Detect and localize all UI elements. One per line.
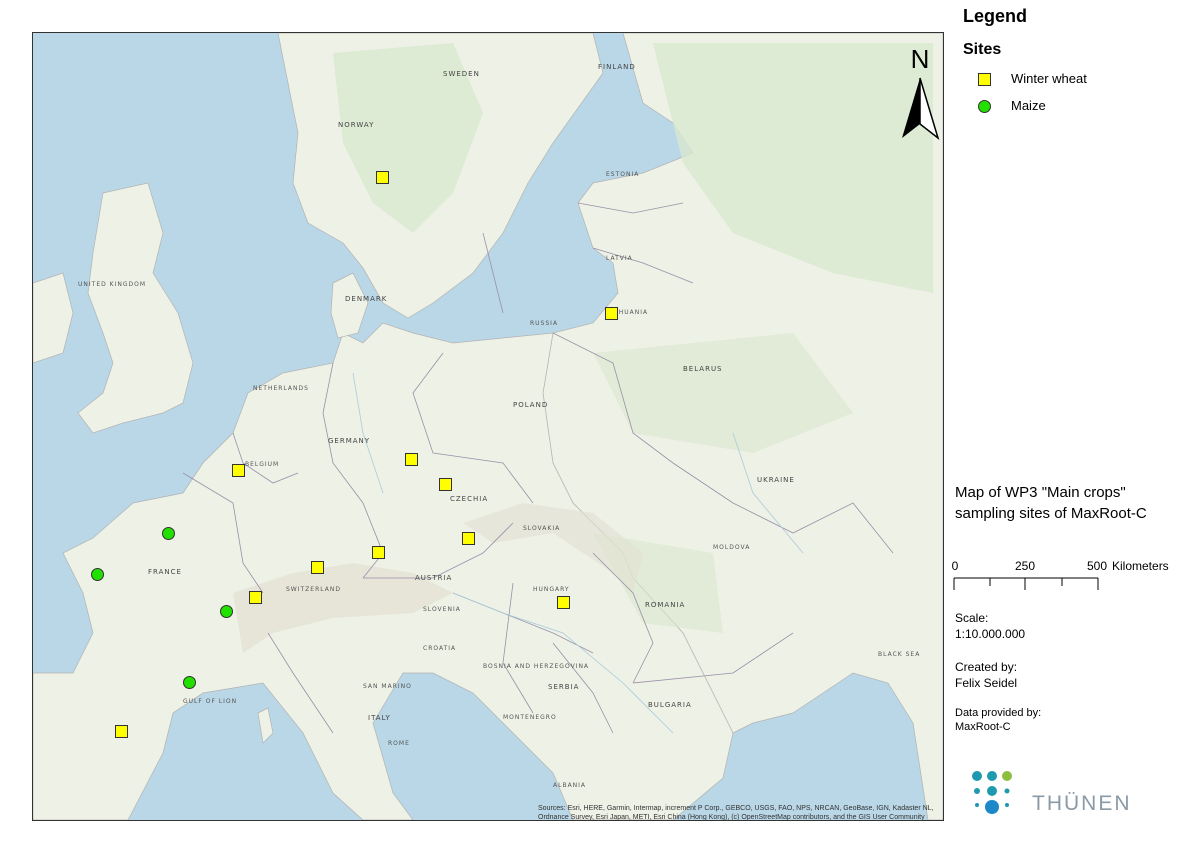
thunen-logo-icon xyxy=(970,770,1026,825)
scale-tick-500: 500 xyxy=(1087,559,1107,573)
legend-sites-title: Sites xyxy=(963,41,1002,58)
site-winter-wheat[interactable] xyxy=(115,725,128,738)
map-label-finland: FINLAND xyxy=(598,63,636,71)
map-label-netherlands: NETHERLANDS xyxy=(253,385,309,392)
map-label-hungary: HUNGARY xyxy=(533,586,570,593)
site-winter-wheat[interactable] xyxy=(311,561,324,574)
map-label-czechia: CZECHIA xyxy=(450,495,489,503)
map-label-gulf-of-lion: Gulf of Lion xyxy=(183,698,238,705)
scale-tick-250: 250 xyxy=(1015,559,1035,573)
map-sources-attribution: Sources: Esri, HERE, Garmin, Intermap, i… xyxy=(538,805,934,821)
map-label-romania: ROMANIA xyxy=(645,601,686,609)
site-winter-wheat[interactable] xyxy=(372,546,385,559)
map-label-russia: RUSSIA xyxy=(530,320,559,327)
scale-bar: 0 250 500 Kilometers xyxy=(950,556,1190,596)
map-label-latvia: LATVIA xyxy=(606,255,633,262)
site-winter-wheat[interactable] xyxy=(605,307,618,320)
map-label-bulgaria: BULGARIA xyxy=(648,701,692,709)
map-title: Map of WP3 "Main crops" sampling sites o… xyxy=(955,482,1147,524)
map-label-san-marino: San Marino xyxy=(363,683,412,690)
map-label-rome: Rome xyxy=(388,740,410,747)
map-label-bosnia: BOSNIA AND HERZEGOVINA xyxy=(483,663,590,670)
map-label-moldova: MOLDOVA xyxy=(713,544,751,551)
site-winter-wheat[interactable] xyxy=(376,171,389,184)
site-winter-wheat[interactable] xyxy=(557,596,570,609)
map-view[interactable]: SWEDEN FINLAND NORWAY ESTONIA LATVIA DEN… xyxy=(32,32,944,821)
green-circle-icon xyxy=(978,100,991,116)
map-label-belarus: BELARUS xyxy=(683,365,723,373)
data-provided-info: Data provided by: MaxRoot-C xyxy=(955,706,1041,734)
map-title-line-1: Map of WP3 "Main crops" xyxy=(955,484,1126,501)
site-winter-wheat[interactable] xyxy=(439,478,452,491)
scale-label: Scale: xyxy=(955,611,989,625)
map-label-black-sea: Black Sea xyxy=(878,651,921,658)
map-label-serbia: SERBIA xyxy=(548,683,580,691)
map-label-united-kingdom: UNITED KINGDOM xyxy=(78,281,146,288)
map-label-italy: ITALY xyxy=(368,714,391,722)
map-label-sweden: SWEDEN xyxy=(443,70,480,78)
yellow-square-icon xyxy=(978,73,991,89)
map-label-poland: POLAND xyxy=(513,401,549,409)
site-winter-wheat[interactable] xyxy=(249,591,262,604)
legend-item-label: Winter wheat xyxy=(1011,71,1087,86)
created-by-label: Created by: xyxy=(955,660,1018,674)
data-provided-label: Data provided by: xyxy=(955,707,1042,719)
map-label-denmark: DENMARK xyxy=(345,295,388,303)
site-winter-wheat[interactable] xyxy=(462,532,475,545)
basemap xyxy=(33,33,943,820)
map-label-belgium: BELGIUM xyxy=(245,461,280,468)
map-label-france: FRANCE xyxy=(148,568,182,576)
data-provided-value: MaxRoot-C xyxy=(955,721,1011,733)
legend-item-label: Maize xyxy=(1011,98,1046,113)
map-label-croatia: CROATIA xyxy=(423,645,457,652)
map-label-albania: ALBANIA xyxy=(553,782,587,789)
site-winter-wheat[interactable] xyxy=(405,453,418,466)
map-label-estonia: ESTONIA xyxy=(606,171,640,178)
north-arrow-icon xyxy=(902,78,920,138)
site-winter-wheat[interactable] xyxy=(232,464,245,477)
created-by-value: Felix Seidel xyxy=(955,676,1018,690)
created-by-info: Created by: Felix Seidel xyxy=(955,659,1017,691)
north-arrow-label: N xyxy=(911,44,930,74)
scale-tick-0: 0 xyxy=(952,559,959,573)
scale-unit: Kilometers xyxy=(1112,559,1169,573)
map-label-slovenia: SLOVENIA xyxy=(423,606,461,613)
map-label-germany: GERMANY xyxy=(328,437,371,445)
map-title-line-2: sampling sites of MaxRoot-C xyxy=(955,505,1147,522)
scale-info: Scale: 1:10.000.000 xyxy=(955,610,1025,642)
scale-value: 1:10.000.000 xyxy=(955,627,1026,641)
map-label-ukraine: UKRAINE xyxy=(757,476,795,484)
map-label-switzerland: SWITZERLAND xyxy=(286,586,341,593)
map-label-montenegro: MONTENEGRO xyxy=(503,714,557,721)
map-label-norway: NORWAY xyxy=(338,121,375,129)
legend-title: Legend xyxy=(963,6,1028,26)
site-maize[interactable] xyxy=(183,676,196,689)
site-maize[interactable] xyxy=(162,527,175,540)
site-maize[interactable] xyxy=(91,568,104,581)
logo-text: THÜNEN xyxy=(1032,792,1132,815)
map-label-austria: AUSTRIA xyxy=(415,574,453,582)
north-arrow: N xyxy=(898,44,942,145)
map-label-slovakia: SLOVAKIA xyxy=(523,525,561,532)
site-maize[interactable] xyxy=(220,605,233,618)
